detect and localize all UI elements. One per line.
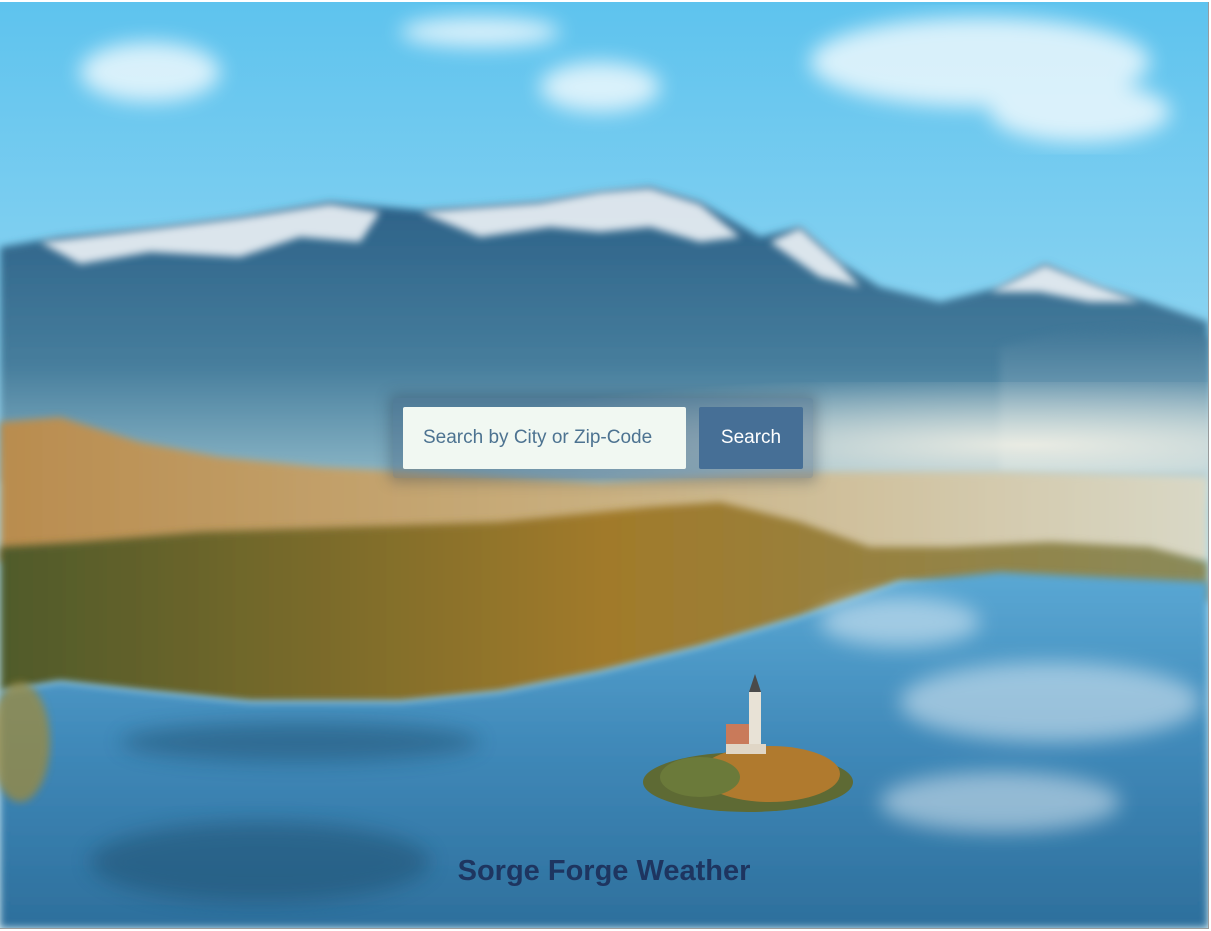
search-button[interactable]: Search <box>699 407 803 469</box>
app-title: Sorge Forge Weather <box>457 855 751 887</box>
app-window: Search Sorge Forge Weather <box>0 2 1209 929</box>
search-input[interactable] <box>403 407 686 469</box>
search-panel: Search <box>393 398 813 478</box>
